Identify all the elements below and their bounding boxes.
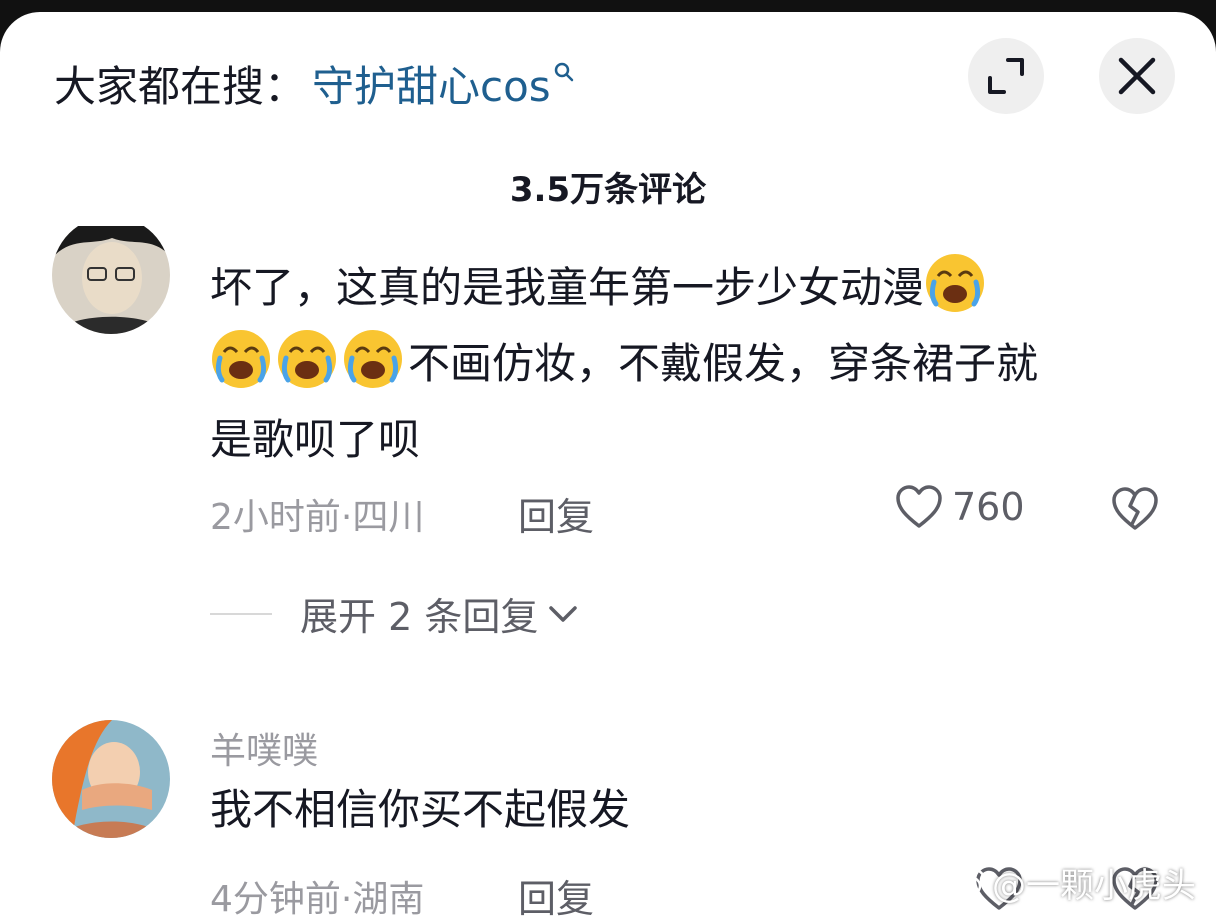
comment-text-line: 不画仿妆，不戴假发，穿条裙子就 (408, 339, 1039, 388)
trending-search-term[interactable]: 守护甜心cos (312, 53, 551, 114)
weibo-watermark: @一颗小虎头 (946, 858, 1196, 907)
comment-text: 坏了，这真的是我童年第一步少女动漫 不画仿妆，不戴假发，穿条裙子就 是歌呗了呗 (210, 250, 1150, 478)
comment-list: 坏了，这真的是我童年第一步少女动漫 不画仿妆，不戴假发，穿条裙子就 是歌呗了呗 … (0, 226, 1216, 921)
comment-meta: 2小时前·四川 (210, 497, 425, 538)
reply-button[interactable]: 回复 (518, 868, 594, 921)
expand-button[interactable] (968, 38, 1044, 114)
chevron-down-icon (549, 605, 578, 622)
username[interactable]: 羊噗噗 (210, 722, 318, 774)
crying-laughing-emoji-icon (926, 254, 985, 312)
comment-meta: 4分钟前·湖南 (210, 879, 425, 920)
crying-laughing-emoji-icon (212, 330, 270, 388)
crying-laughing-emoji-icon (344, 330, 402, 388)
close-icon (1118, 57, 1156, 95)
dislike-button[interactable] (1110, 486, 1160, 536)
trending-search-bar[interactable]: 大家都在搜： 守护甜心cos (54, 48, 575, 118)
divider-line (210, 612, 272, 615)
comment-text: 我不相信你买不起假发 (210, 785, 631, 834)
expand-replies-button[interactable]: 展开 2 条回复 (210, 586, 580, 641)
search-icon (554, 62, 573, 82)
comment-text-line: 坏了，这真的是我童年第一步少女动漫 (210, 263, 925, 312)
trending-search-label: 大家都在搜： (54, 61, 307, 111)
like-count: 760 (952, 485, 1025, 529)
avatar[interactable] (52, 720, 170, 838)
heart-icon (896, 485, 942, 528)
crying-laughing-emoji-icon (278, 330, 336, 388)
weibo-logo-icon (946, 868, 986, 898)
comments-sheet: 大家都在搜： 守护甜心cos 3.5万条评论 坏了，这真的是我童年第一步少女动漫… (0, 12, 1216, 921)
reply-button[interactable]: 回复 (518, 486, 594, 541)
like-button[interactable]: 760 (894, 484, 1025, 530)
close-button[interactable] (1099, 38, 1175, 114)
expand-replies-label: 展开 2 条回复 (300, 595, 539, 639)
comment-count-title: 3.5万条评论 (509, 170, 707, 210)
broken-heart-icon (1112, 487, 1158, 530)
comment-text-line: 是歌呗了呗 (210, 415, 421, 464)
expand-icon (988, 58, 1024, 94)
avatar[interactable] (52, 226, 170, 334)
watermark-text: @一颗小虎头 (992, 866, 1196, 906)
